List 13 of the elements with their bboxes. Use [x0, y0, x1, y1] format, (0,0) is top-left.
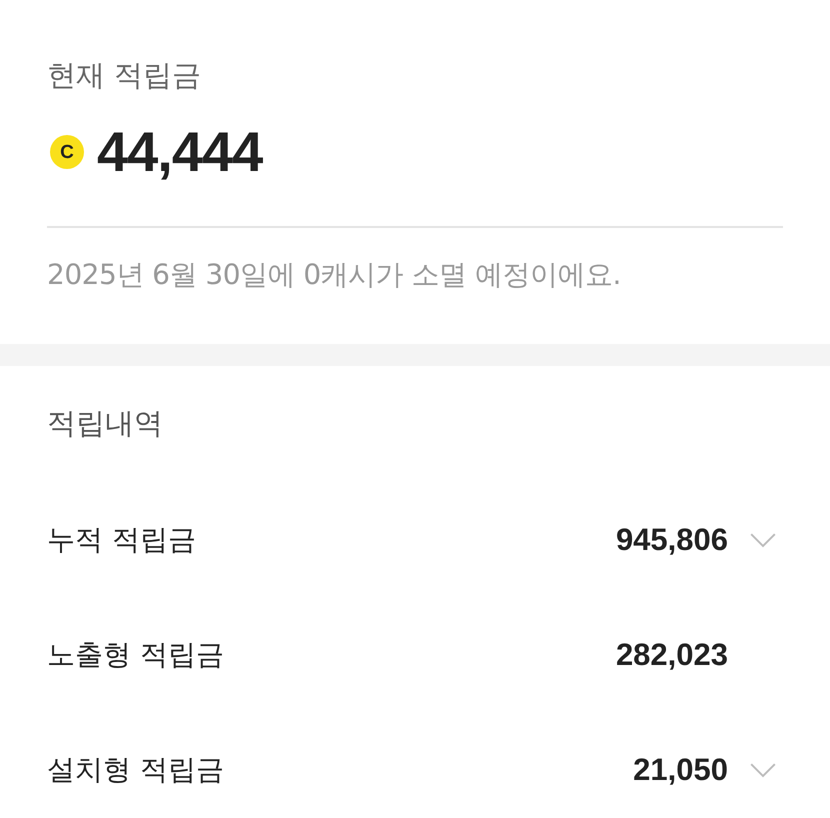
balance-amount: 44,444 — [97, 122, 262, 182]
row-value: 21,050 — [633, 752, 728, 788]
expiry-notice: 2025년 6월 30일에 0캐시가 소멸 예정이에요. — [47, 257, 622, 293]
row-value: 282,023 — [616, 637, 728, 673]
row-label: 설치형 적립금 — [47, 752, 225, 788]
row-value: 945,806 — [616, 522, 728, 558]
chevron-down-icon[interactable] — [750, 532, 776, 548]
row-label: 노출형 적립금 — [47, 637, 225, 673]
coin-icon: C — [50, 135, 84, 169]
chevron-down-icon[interactable] — [750, 762, 776, 778]
section-title: 적립내역 — [47, 405, 164, 442]
row-label: 누적 적립금 — [47, 522, 197, 558]
section-title: 현재 적립금 — [47, 57, 202, 94]
